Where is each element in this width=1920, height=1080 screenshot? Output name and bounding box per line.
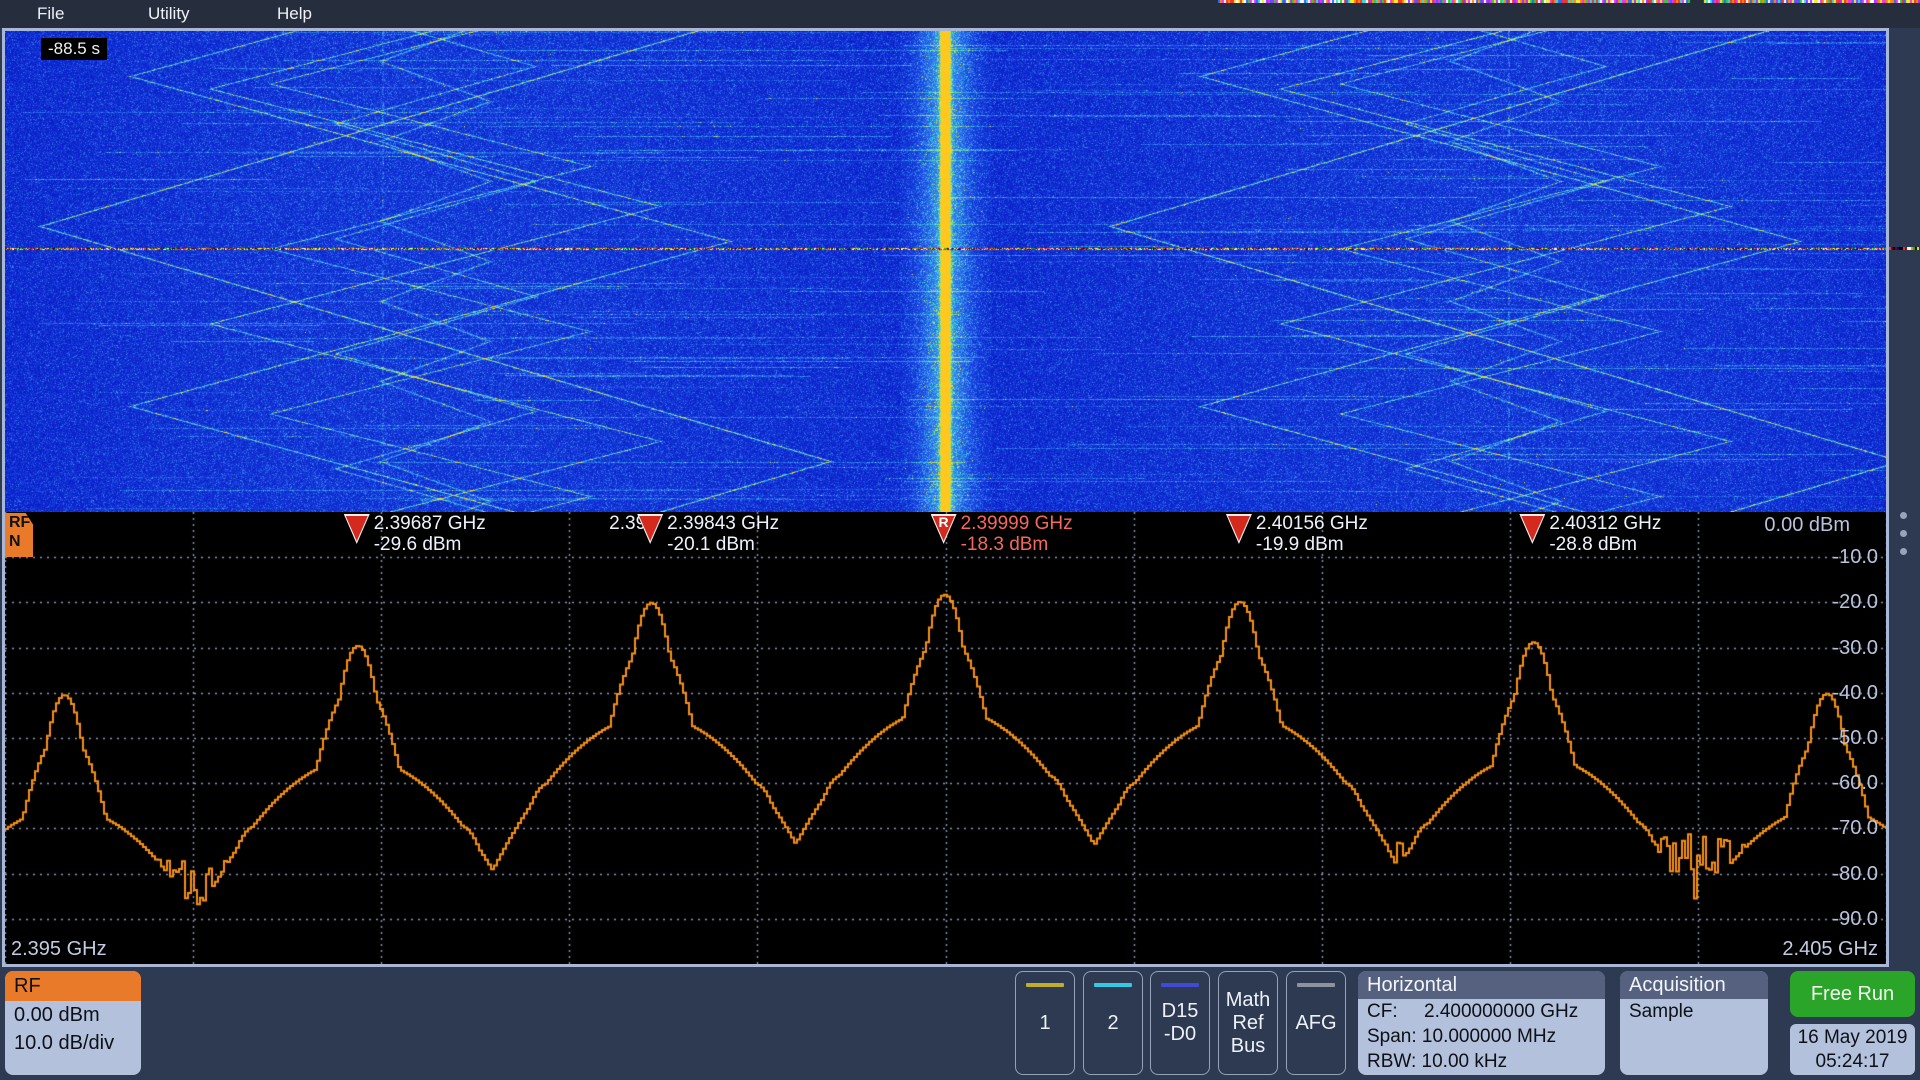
splitter-handle-dot[interactable] [1900,512,1907,519]
channel-1-color-bar [1026,983,1064,987]
channel-1-button[interactable]: 1 [1015,971,1075,1075]
time-cursor-line-extension [1889,247,1920,250]
reference-marker[interactable]: R 2.39999 GHz-18.3 dBm [931,514,957,544]
y-axis-tick: -10.0 [1832,545,1878,569]
rf-badge-bottom: N [9,532,33,551]
spectrogram-waterfall[interactable] [5,31,1886,512]
marker-readout: 2.39843 GHz-20.1 dBm [667,513,779,555]
spectrum-canvas[interactable] [5,512,1886,964]
y-axis-tick: -60.0 [1832,771,1878,795]
acquisition-panel-title: Acquisition [1620,971,1768,999]
y-axis-tick: -70.0 [1832,816,1878,840]
peak-marker-1[interactable]: 2.39687 GHz-29.6 dBm [344,514,370,544]
x-axis-right-label: 2.405 GHz [1782,938,1878,961]
peak-marker-2[interactable]: 2.39 2.39843 GHz-20.1 dBm [637,514,663,544]
spectrogram-time-cursor-label: -88.5 s [41,38,107,60]
peak-marker-3[interactable]: 2.40156 GHz-19.9 dBm [1226,514,1252,544]
top-edge-noise-strip [1218,0,1920,3]
menu-utility[interactable]: Utility [148,0,190,28]
digital-color-bar [1161,983,1199,987]
display-frame: -88.5 s RF N 0.00 dBm -10.0 -20.0 -30.0 … [2,28,1889,967]
rf-panel-title: RF [5,971,141,1001]
marker-readout: 2.40156 GHz-19.9 dBm [1256,513,1368,555]
center-frequency: CF: 2.400000000 GHz [1358,999,1605,1024]
y-axis-tick: -90.0 [1832,907,1878,931]
y-axis-tick: -20.0 [1832,590,1878,614]
digital-channels-button[interactable]: D15 -D0 [1150,971,1210,1075]
menu-help[interactable]: Help [277,0,312,28]
rbw: RBW: 10.00 kHz [1358,1049,1605,1074]
marker-readout: 2.40312 GHz-28.8 dBm [1549,513,1661,555]
datetime-panel: 16 May 2019 05:24:17 [1790,1024,1915,1075]
afg-button[interactable]: AFG [1286,971,1346,1075]
trigger-status-button[interactable]: Free Run [1790,971,1915,1017]
date-label: 16 May 2019 [1790,1026,1915,1050]
acquisition-mode: Sample [1620,999,1768,1024]
spectrum-view: RF N 0.00 dBm -10.0 -20.0 -30.0 -40.0 -5… [5,512,1886,964]
y-axis-tick: -80.0 [1832,862,1878,886]
peak-marker-4[interactable]: 2.40312 GHz-28.8 dBm [1519,514,1545,544]
marker-triangle-icon[interactable] [1226,514,1252,544]
span: Span: 10.000000 MHz [1358,1024,1605,1049]
menu-file[interactable]: File [37,0,64,28]
rf-ref-level: 0.00 dBm [5,1001,141,1029]
right-gutter [1889,28,1920,967]
afg-color-bar [1297,983,1335,987]
horizontal-settings-panel[interactable]: Horizontal CF: 2.400000000 GHz Span: 10.… [1358,971,1605,1075]
y-axis-tick: -50.0 [1832,726,1878,750]
rf-channel-badge[interactable]: RF N [5,513,33,557]
channel-2-color-bar [1094,983,1132,987]
marker-readout: 2.39999 GHz-18.3 dBm [961,513,1073,555]
marker-readout: 2.39687 GHz-29.6 dBm [374,513,486,555]
status-bar: RF 0.00 dBm 10.0 dB/div 1 2 D15 -D0 Math… [0,967,1920,1080]
splitter-handle-dot[interactable] [1900,548,1907,555]
x-axis-left-label: 2.395 GHz [11,938,107,961]
marker-triangle-icon[interactable] [344,514,370,544]
y-axis-tick: -40.0 [1832,681,1878,705]
acquisition-panel[interactable]: Acquisition Sample [1620,971,1768,1075]
menu-bar: File Utility Help [0,0,1920,28]
channel-2-button[interactable]: 2 [1083,971,1143,1075]
y-axis-tick: -30.0 [1832,636,1878,660]
marker-triangle-icon[interactable] [1519,514,1545,544]
y-axis-top-label: 0.00 dBm [1764,514,1850,537]
math-ref-bus-button[interactable]: Math Ref Bus [1218,971,1278,1075]
reference-marker-letter: R [931,514,957,530]
time-label: 05:24:17 [1790,1050,1915,1074]
splitter-handle-dot[interactable] [1900,530,1907,537]
horizontal-panel-title: Horizontal [1358,971,1605,999]
rf-scale: 10.0 dB/div [5,1029,141,1057]
rf-settings-panel[interactable]: RF 0.00 dBm 10.0 dB/div [5,971,141,1075]
